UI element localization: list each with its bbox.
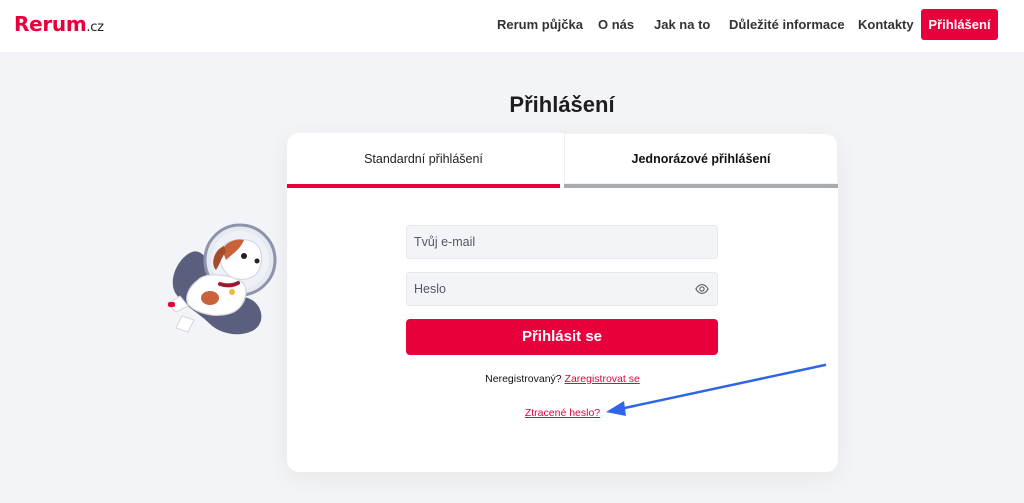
blue-arrow-icon — [606, 363, 827, 416]
